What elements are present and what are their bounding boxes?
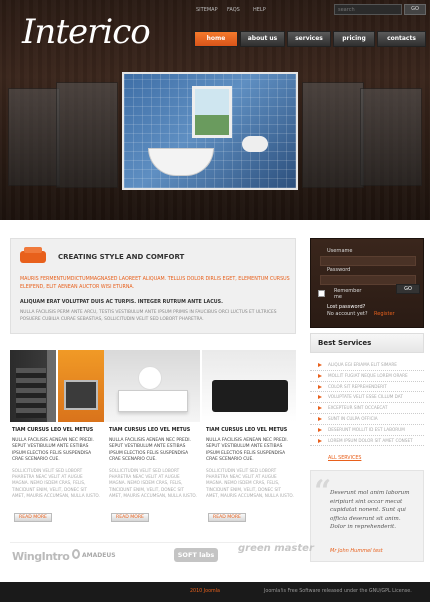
site-logo[interactable]: Interico <box>22 12 151 52</box>
column-title[interactable]: TIAM CURSUS LEO VEL METUS <box>109 428 197 433</box>
services-list: ALIQUA EGI ERIAMA ELIT SIMARE MOLLIT FUG… <box>310 360 424 447</box>
intro-title: CREATING STYLE AND COMFORT <box>58 253 185 261</box>
photo-kitchen <box>56 350 104 422</box>
register-link[interactable]: Register <box>374 311 395 317</box>
read-more-button[interactable]: READ MORE <box>111 513 149 522</box>
service-item[interactable]: SUNT IN CULPA OFFICIA <box>310 414 424 425</box>
footer-license: Joomla!is Free Software released under t… <box>264 589 412 594</box>
service-item[interactable]: MOLLIT FUGIAT NEQUE LOREM ORARE <box>310 371 424 382</box>
sofa-icon <box>20 247 46 263</box>
service-item[interactable]: VOLUPTATE VELIT ESSE CILLUM DAT <box>310 392 424 404</box>
username-field[interactable] <box>320 256 416 266</box>
service-item[interactable]: COLOR SIT REPREHENDERIT <box>310 382 424 393</box>
username-label: Username <box>327 248 353 254</box>
column-subtitle: NULLA FACILISIS AENEAN NEC PREDI. SEPUT … <box>12 438 94 463</box>
hero-sink <box>242 136 268 152</box>
login-button[interactable]: GO <box>396 284 420 294</box>
remember-label: Remember me <box>334 288 362 300</box>
gallery-thumb[interactable] <box>8 88 60 186</box>
intro-bold: ALIQUAM ERAT VOLUTPAT DUIS AC TURPIS. IN… <box>20 300 223 305</box>
nav-home[interactable]: home <box>194 31 238 47</box>
all-services-link[interactable]: ALL SERVICES <box>328 456 361 461</box>
sitemap-link[interactable]: SITEMAP <box>196 7 218 13</box>
footer-brand[interactable]: 2010 Joomla <box>190 589 220 594</box>
hero-window <box>192 86 232 138</box>
nav-contacts[interactable]: contacts <box>377 31 426 47</box>
nav-pricing[interactable]: pricing <box>333 31 375 47</box>
column-subtitle: NULLA FACILISIS AENEAN NEC PREDI. SEPUT … <box>109 438 191 463</box>
no-account-text: No account yet? <box>327 311 368 317</box>
column-text: SOLLICITUDIN VELIT SED LOBORT PHARETRA N… <box>206 468 294 498</box>
remember-checkbox[interactable] <box>318 290 325 297</box>
service-item[interactable]: DESERUNT MOLLIT ID EST LABORUM <box>310 425 424 436</box>
service-item[interactable]: EXCEPTEUR SINT OCCAECAT <box>310 403 424 414</box>
best-services-title: Best Services <box>318 339 372 347</box>
password-label: Password <box>327 267 351 273</box>
nav-about-us[interactable]: about us <box>240 31 285 47</box>
column-title[interactable]: TIAM CURSUS LEO VEL METUS <box>12 428 100 433</box>
gallery-thumb[interactable] <box>302 82 364 188</box>
help-link[interactable]: HELP <box>253 7 266 13</box>
column-subtitle: NULLA FACILISIS AENEAN NEC PREDI. SEPUT … <box>206 438 288 463</box>
hero-image <box>122 72 298 190</box>
column-text: SOLLICITUDIN VELIT SED LOBORT PHARETRA N… <box>109 468 197 498</box>
partner-logo-wingintro[interactable]: WingIntro <box>12 550 70 563</box>
column-text: SOLLICITUDIN VELIT SED LOBORT PHARETRA N… <box>12 468 100 498</box>
photo-sofa <box>202 350 296 422</box>
nav-services[interactable]: services <box>287 31 331 47</box>
gallery-thumb[interactable] <box>56 82 118 188</box>
search-input[interactable] <box>334 4 402 15</box>
intro-highlight: MAURIS FERMENTUMDICTUMMAGNASED LAOREET A… <box>20 277 290 290</box>
column-title[interactable]: TIAM CURSUS LEO VEL METUS <box>206 428 294 433</box>
faqs-link[interactable]: FAQS <box>227 7 240 13</box>
search-go-button[interactable]: GO <box>404 4 426 15</box>
photo-bedroom <box>104 350 200 422</box>
quote-mark-icon: “ <box>314 474 332 509</box>
testimonial-text: Deserunt mol anim laborum eiripiurt sint… <box>330 490 410 530</box>
partner-logo-greenmaster[interactable]: green master <box>238 544 314 554</box>
service-item[interactable]: ALIQUA EGI ERIAMA ELIT SIMARE <box>310 360 424 371</box>
amadeus-icon <box>72 549 80 559</box>
intro-body: NULLA FACILISIS PERM ANTE ARCU, TESTIS V… <box>20 310 277 322</box>
testimonial-author: Mr John Hummel test <box>330 548 383 554</box>
read-more-button[interactable]: READ MORE <box>14 513 52 522</box>
gallery-thumb[interactable] <box>360 88 422 186</box>
partner-logo-amadeus[interactable]: AMADEUS <box>82 552 116 559</box>
service-item[interactable]: LOREM IPSUM DOLOR SIT AMET CONSET <box>310 436 424 447</box>
lost-password-link[interactable]: Lost password? <box>327 304 365 310</box>
partner-logo-softlabs[interactable]: SOFT labs <box>174 548 218 562</box>
read-more-button[interactable]: READ MORE <box>208 513 246 522</box>
